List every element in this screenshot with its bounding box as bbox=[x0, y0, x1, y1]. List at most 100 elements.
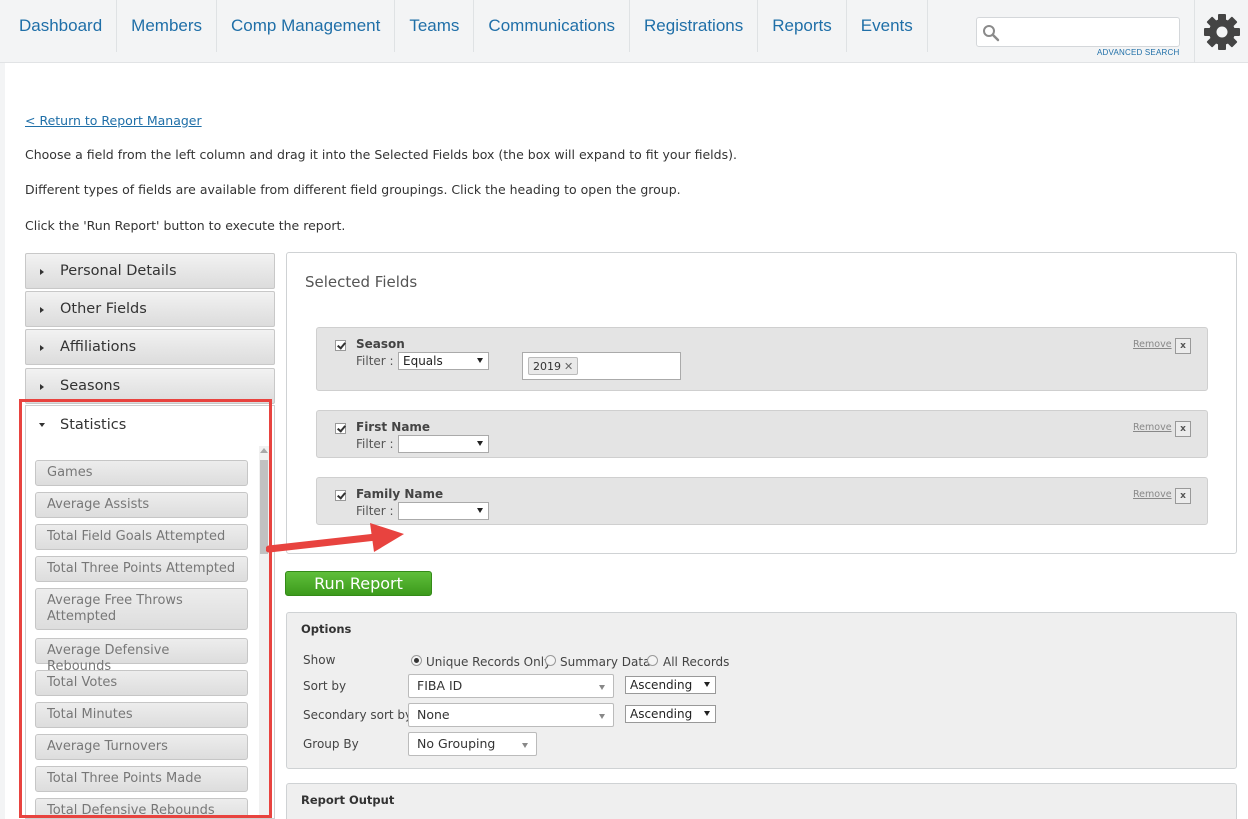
left-gutter bbox=[0, 63, 5, 819]
group-by-select[interactable]: No Grouping bbox=[408, 732, 537, 756]
field-average-turnovers[interactable]: Average Turnovers bbox=[35, 734, 248, 760]
field-average-assists[interactable]: Average Assists bbox=[35, 492, 248, 518]
remove-link[interactable]: Remove bbox=[1133, 339, 1172, 350]
search-input[interactable] bbox=[1005, 22, 1175, 42]
sort-by-select[interactable]: FIBA ID bbox=[408, 674, 614, 698]
field-checkbox[interactable] bbox=[335, 490, 346, 501]
field-games[interactable]: Games bbox=[35, 460, 248, 486]
selected-field-first-name: First Name Filter : Remove x bbox=[316, 410, 1208, 458]
dropdown-arrow-icon bbox=[477, 358, 483, 363]
nav-dashboard[interactable]: Dashboard bbox=[5, 0, 118, 52]
radio-label: Unique Records Only bbox=[426, 655, 552, 669]
filter-select[interactable] bbox=[398, 502, 489, 520]
gear-icon bbox=[1203, 13, 1240, 50]
radio-summary-data[interactable] bbox=[545, 655, 556, 666]
nav-menu: Dashboard Members Comp Management Teams … bbox=[5, 0, 928, 52]
group-seasons[interactable]: Seasons bbox=[25, 368, 275, 404]
remove-link[interactable]: Remove bbox=[1133, 422, 1172, 433]
remove-x-button[interactable]: x bbox=[1175, 488, 1191, 504]
filter-value-input[interactable]: 2019 ✕ bbox=[522, 352, 681, 380]
field-total-minutes[interactable]: Total Minutes bbox=[35, 702, 248, 728]
filter-label: Filter : bbox=[356, 504, 394, 518]
field-name: Season bbox=[356, 337, 405, 351]
remove-link[interactable]: Remove bbox=[1133, 489, 1172, 500]
show-label: Show bbox=[303, 653, 336, 667]
radio-unique-records[interactable] bbox=[411, 655, 422, 666]
dropdown-arrow-icon bbox=[704, 682, 710, 687]
field-total-three-points-made[interactable]: Total Three Points Made bbox=[35, 766, 248, 792]
group-label: Seasons bbox=[60, 378, 121, 394]
dropdown-arrow-icon bbox=[704, 711, 710, 716]
nav-members[interactable]: Members bbox=[117, 0, 218, 52]
group-label: Personal Details bbox=[60, 263, 177, 279]
options-title: Options bbox=[301, 622, 352, 636]
nav-registrations[interactable]: Registrations bbox=[630, 0, 759, 52]
group-statistics-header[interactable]: Statistics bbox=[26, 406, 274, 444]
filter-tag-label: 2019 bbox=[533, 360, 561, 373]
search-icon bbox=[983, 25, 1000, 42]
nav-reports[interactable]: Reports bbox=[758, 0, 847, 52]
field-average-defensive-rebounds[interactable]: Average Defensive Rebounds bbox=[35, 638, 248, 674]
dropdown-arrow-icon bbox=[477, 508, 483, 513]
expand-triangle-icon bbox=[40, 269, 44, 275]
group-affiliations[interactable]: Affiliations bbox=[25, 329, 275, 365]
return-to-report-manager-link[interactable]: < Return to Report Manager bbox=[25, 113, 202, 128]
advanced-search-link[interactable]: ADVANCED SEARCH bbox=[1097, 48, 1179, 57]
sort-order-select[interactable]: Ascending bbox=[625, 676, 716, 694]
field-total-three-points-attempted[interactable]: Total Three Points Attempted bbox=[35, 556, 248, 582]
secondary-sort-label: Secondary sort by bbox=[303, 708, 413, 722]
expand-triangle-icon bbox=[40, 384, 44, 390]
group-label: Other Fields bbox=[60, 301, 147, 317]
field-checkbox[interactable] bbox=[335, 340, 346, 351]
nav-events[interactable]: Events bbox=[847, 0, 928, 52]
instruction-line-3: Click the 'Run Report' button to execute… bbox=[25, 218, 346, 233]
selected-fields-title: Selected Fields bbox=[305, 273, 418, 291]
filter-select[interactable] bbox=[398, 435, 489, 453]
secondary-order-select[interactable]: Ascending bbox=[625, 705, 716, 723]
tag-remove-icon[interactable]: ✕ bbox=[564, 360, 573, 373]
group-statistics: Statistics Games Average Assists Total F… bbox=[25, 405, 275, 819]
field-total-defensive-rebounds[interactable]: Total Defensive Rebounds bbox=[35, 798, 248, 818]
field-name: Family Name bbox=[356, 487, 444, 501]
scroll-up-arrow-icon[interactable] bbox=[260, 448, 268, 453]
remove-x-button[interactable]: x bbox=[1175, 338, 1191, 354]
instruction-line-2: Different types of fields are available … bbox=[25, 182, 681, 197]
field-total-votes[interactable]: Total Votes bbox=[35, 670, 248, 696]
selected-field-season: Season Filter : Equals 2019 ✕ Remove x bbox=[316, 327, 1208, 391]
group-label: Statistics bbox=[60, 417, 127, 433]
nav-teams[interactable]: Teams bbox=[395, 0, 475, 52]
group-other-fields[interactable]: Other Fields bbox=[25, 291, 275, 327]
run-report-button[interactable]: Run Report bbox=[285, 571, 432, 596]
dropdown-arrow-icon bbox=[599, 714, 605, 719]
collapse-triangle-icon bbox=[39, 423, 45, 427]
dropdown-arrow-icon bbox=[477, 441, 483, 446]
nav-comp-management[interactable]: Comp Management bbox=[217, 0, 396, 52]
filter-select[interactable]: Equals bbox=[398, 352, 489, 370]
group-personal-details[interactable]: Personal Details bbox=[25, 253, 275, 289]
nav-communications[interactable]: Communications bbox=[474, 0, 631, 52]
secondary-order-value: Ascending bbox=[630, 707, 693, 721]
instruction-line-1: Choose a field from the left column and … bbox=[25, 147, 737, 162]
field-checkbox[interactable] bbox=[335, 423, 346, 434]
radio-all-records[interactable] bbox=[647, 655, 658, 666]
remove-x-button[interactable]: x bbox=[1175, 421, 1191, 437]
expand-triangle-icon bbox=[40, 345, 44, 351]
search-box bbox=[976, 17, 1180, 47]
sort-by-label: Sort by bbox=[303, 679, 347, 693]
field-average-free-throws-attempted[interactable]: Average Free Throws Attempted bbox=[35, 588, 248, 630]
group-by-value: No Grouping bbox=[417, 736, 496, 751]
expand-triangle-icon bbox=[40, 307, 44, 313]
field-name: First Name bbox=[356, 420, 431, 434]
drag-arrow-icon bbox=[266, 523, 404, 553]
settings-button[interactable] bbox=[1194, 0, 1248, 63]
radio-label: All Records bbox=[663, 655, 730, 669]
field-total-field-goals-attempted[interactable]: Total Field Goals Attempted bbox=[35, 524, 248, 550]
filter-label: Filter : bbox=[356, 437, 394, 451]
radio-label: Summary Data bbox=[560, 655, 651, 669]
filter-label: Filter : bbox=[356, 354, 394, 368]
top-navigation: Dashboard Members Comp Management Teams … bbox=[0, 0, 1248, 63]
secondary-sort-select[interactable]: None bbox=[408, 703, 614, 727]
report-output-title: Report Output bbox=[301, 793, 395, 807]
report-output-panel: Report Output bbox=[286, 783, 1237, 819]
group-label: Affiliations bbox=[60, 339, 137, 355]
